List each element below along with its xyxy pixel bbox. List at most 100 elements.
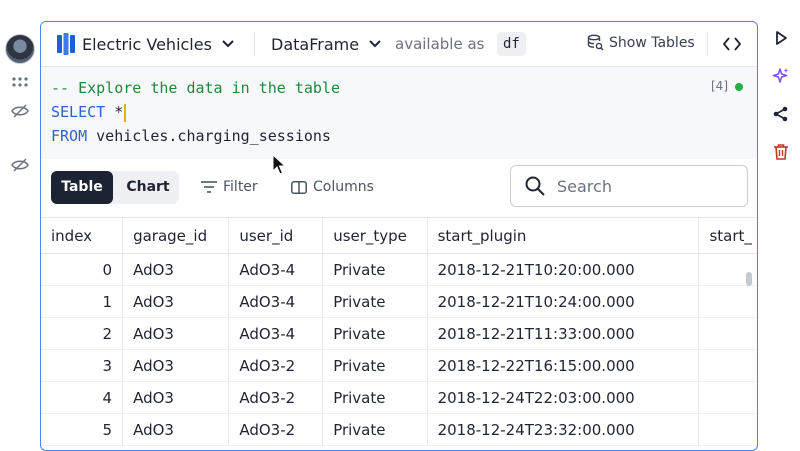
cell-header: Electric Vehicles DataFrame available as… — [41, 22, 757, 67]
table-cell: 0 — [41, 253, 124, 286]
sql-keyword: FROM — [51, 127, 88, 145]
show-tables-label: Show Tables — [609, 34, 695, 51]
search-input[interactable] — [555, 175, 729, 197]
code-line-comment: -- Explore the data in the table — [51, 79, 340, 97]
table-cell: AdO3-4 — [228, 253, 324, 286]
table-cell — [698, 381, 757, 414]
eye-off-icon[interactable] — [11, 158, 29, 172]
output-mode-name: DataFrame — [271, 34, 360, 54]
results-toolbar: Table Chart Filter Columns — [41, 159, 757, 219]
search-icon — [525, 176, 545, 196]
column-header[interactable]: user_type — [322, 217, 428, 254]
sparkle-icon[interactable] — [772, 67, 790, 85]
code-text: vehicles.charging_sessions — [87, 127, 331, 145]
table-cell: Private — [322, 381, 428, 414]
results-table: index garage_id user_id user_type start_… — [41, 217, 757, 450]
grid-dots-icon[interactable] — [11, 76, 29, 88]
table-cell: 1 — [41, 285, 124, 318]
header-divider — [707, 32, 708, 56]
table-row: 5 AdO3 AdO3-2 Private 2018-12-24T23:32:0… — [41, 413, 757, 446]
sql-cell: Electric Vehicles DataFrame available as… — [40, 21, 758, 451]
table-vertical-scrollbar[interactable] — [746, 272, 752, 286]
table-cell: 4 — [41, 381, 124, 414]
table-cell: 2018-12-21T11:33:00.000 — [427, 317, 700, 350]
trash-icon[interactable] — [772, 143, 790, 161]
output-mode-selector[interactable]: DataFrame — [271, 32, 381, 56]
available-as-label: available as — [395, 35, 485, 53]
table-row: 1 AdO3 AdO3-4 Private 2018-12-21T10:24:0… — [41, 285, 757, 318]
column-header[interactable]: start_plugin — [427, 217, 700, 254]
tab-table[interactable]: Table — [51, 171, 113, 204]
show-tables-button[interactable]: Show Tables — [587, 34, 695, 51]
table-cell: Private — [322, 317, 428, 350]
database-icon — [57, 33, 75, 55]
table-cell: AdO3-4 — [228, 285, 324, 318]
cell-gutter — [0, 0, 40, 445]
table-cell: 5 — [41, 413, 124, 446]
columns-icon — [291, 180, 307, 194]
table-cell — [698, 413, 757, 446]
table-cell: AdO3 — [122, 381, 230, 414]
table-cell: AdO3 — [122, 317, 230, 350]
code-line-from: FROM vehicles.charging_sessions — [51, 125, 331, 147]
header-divider — [254, 32, 255, 56]
table-cell: 3 — [41, 349, 124, 382]
play-icon[interactable] — [772, 29, 790, 47]
table-cell: Private — [322, 253, 428, 286]
column-header[interactable]: start_ — [698, 217, 757, 254]
data-source-selector[interactable]: Electric Vehicles — [57, 32, 234, 56]
table-cell: 2018-12-21T10:20:00.000 — [427, 253, 700, 286]
table-cell: 2018-12-21T10:24:00.000 — [427, 285, 700, 318]
sql-keyword: SELECT — [51, 103, 106, 121]
data-source-name: Electric Vehicles — [82, 34, 212, 54]
filter-icon — [201, 181, 217, 193]
share-icon[interactable] — [772, 105, 790, 123]
column-header[interactable]: user_id — [228, 217, 324, 254]
table-row: 0 AdO3 AdO3-4 Private 2018-12-21T10:20:0… — [41, 253, 757, 286]
table-cell: 2018-12-24T22:03:00.000 — [427, 381, 700, 414]
mouse-pointer-icon — [272, 154, 286, 175]
table-cell — [698, 317, 757, 350]
table-cell: AdO3 — [122, 413, 230, 446]
table-cell: 2018-12-22T16:15:00.000 — [427, 349, 700, 382]
table-cell: 2 — [41, 317, 124, 350]
table-cell: AdO3-2 — [228, 349, 324, 382]
table-cell: AdO3 — [122, 349, 230, 382]
table-cell: AdO3 — [122, 253, 230, 286]
table-cell — [698, 349, 757, 382]
user-avatar-icon[interactable] — [5, 34, 35, 64]
execution-count: [4] — [711, 79, 728, 93]
database-search-icon — [587, 34, 604, 51]
filter-label: Filter — [223, 179, 258, 195]
view-switcher: Table Chart — [51, 171, 179, 204]
table-cell: Private — [322, 413, 428, 446]
table-cell: AdO3-4 — [228, 317, 324, 350]
filter-button[interactable]: Filter — [201, 179, 258, 195]
table-row: 4 AdO3 AdO3-2 Private 2018-12-24T22:03:0… — [41, 381, 757, 414]
table-row: 2 AdO3 AdO3-4 Private 2018-12-21T11:33:0… — [41, 317, 757, 350]
table-cell: AdO3-2 — [228, 381, 324, 414]
code-text: * — [105, 103, 124, 121]
sql-editor[interactable]: -- Explore the data in the table SELECT … — [41, 67, 757, 159]
table-cell: AdO3-2 — [228, 413, 324, 446]
table-search-box[interactable] — [510, 165, 748, 207]
text-cursor — [124, 103, 127, 122]
table-cell — [698, 285, 757, 318]
table-cell: Private — [322, 349, 428, 382]
table-cell: Private — [322, 285, 428, 318]
table-row: 3 AdO3 AdO3-2 Private 2018-12-22T16:15:0… — [41, 349, 757, 382]
code-line-select: SELECT * — [51, 101, 127, 123]
tab-chart[interactable]: Chart — [117, 171, 179, 204]
column-header[interactable]: garage_id — [122, 217, 230, 254]
table-cell: AdO3 — [122, 285, 230, 318]
eye-off-icon[interactable] — [11, 104, 29, 118]
run-status-indicator — [735, 83, 743, 91]
code-brackets-icon[interactable] — [722, 35, 742, 53]
chevron-down-icon — [369, 40, 381, 48]
table-cell: 2018-12-24T23:32:00.000 — [427, 413, 700, 446]
column-header[interactable]: index — [41, 217, 124, 254]
columns-button[interactable]: Columns — [291, 179, 374, 195]
chevron-down-icon — [222, 40, 234, 48]
table-header-row: index garage_id user_id user_type start_… — [41, 217, 757, 254]
variable-name-badge[interactable]: df — [497, 32, 526, 56]
